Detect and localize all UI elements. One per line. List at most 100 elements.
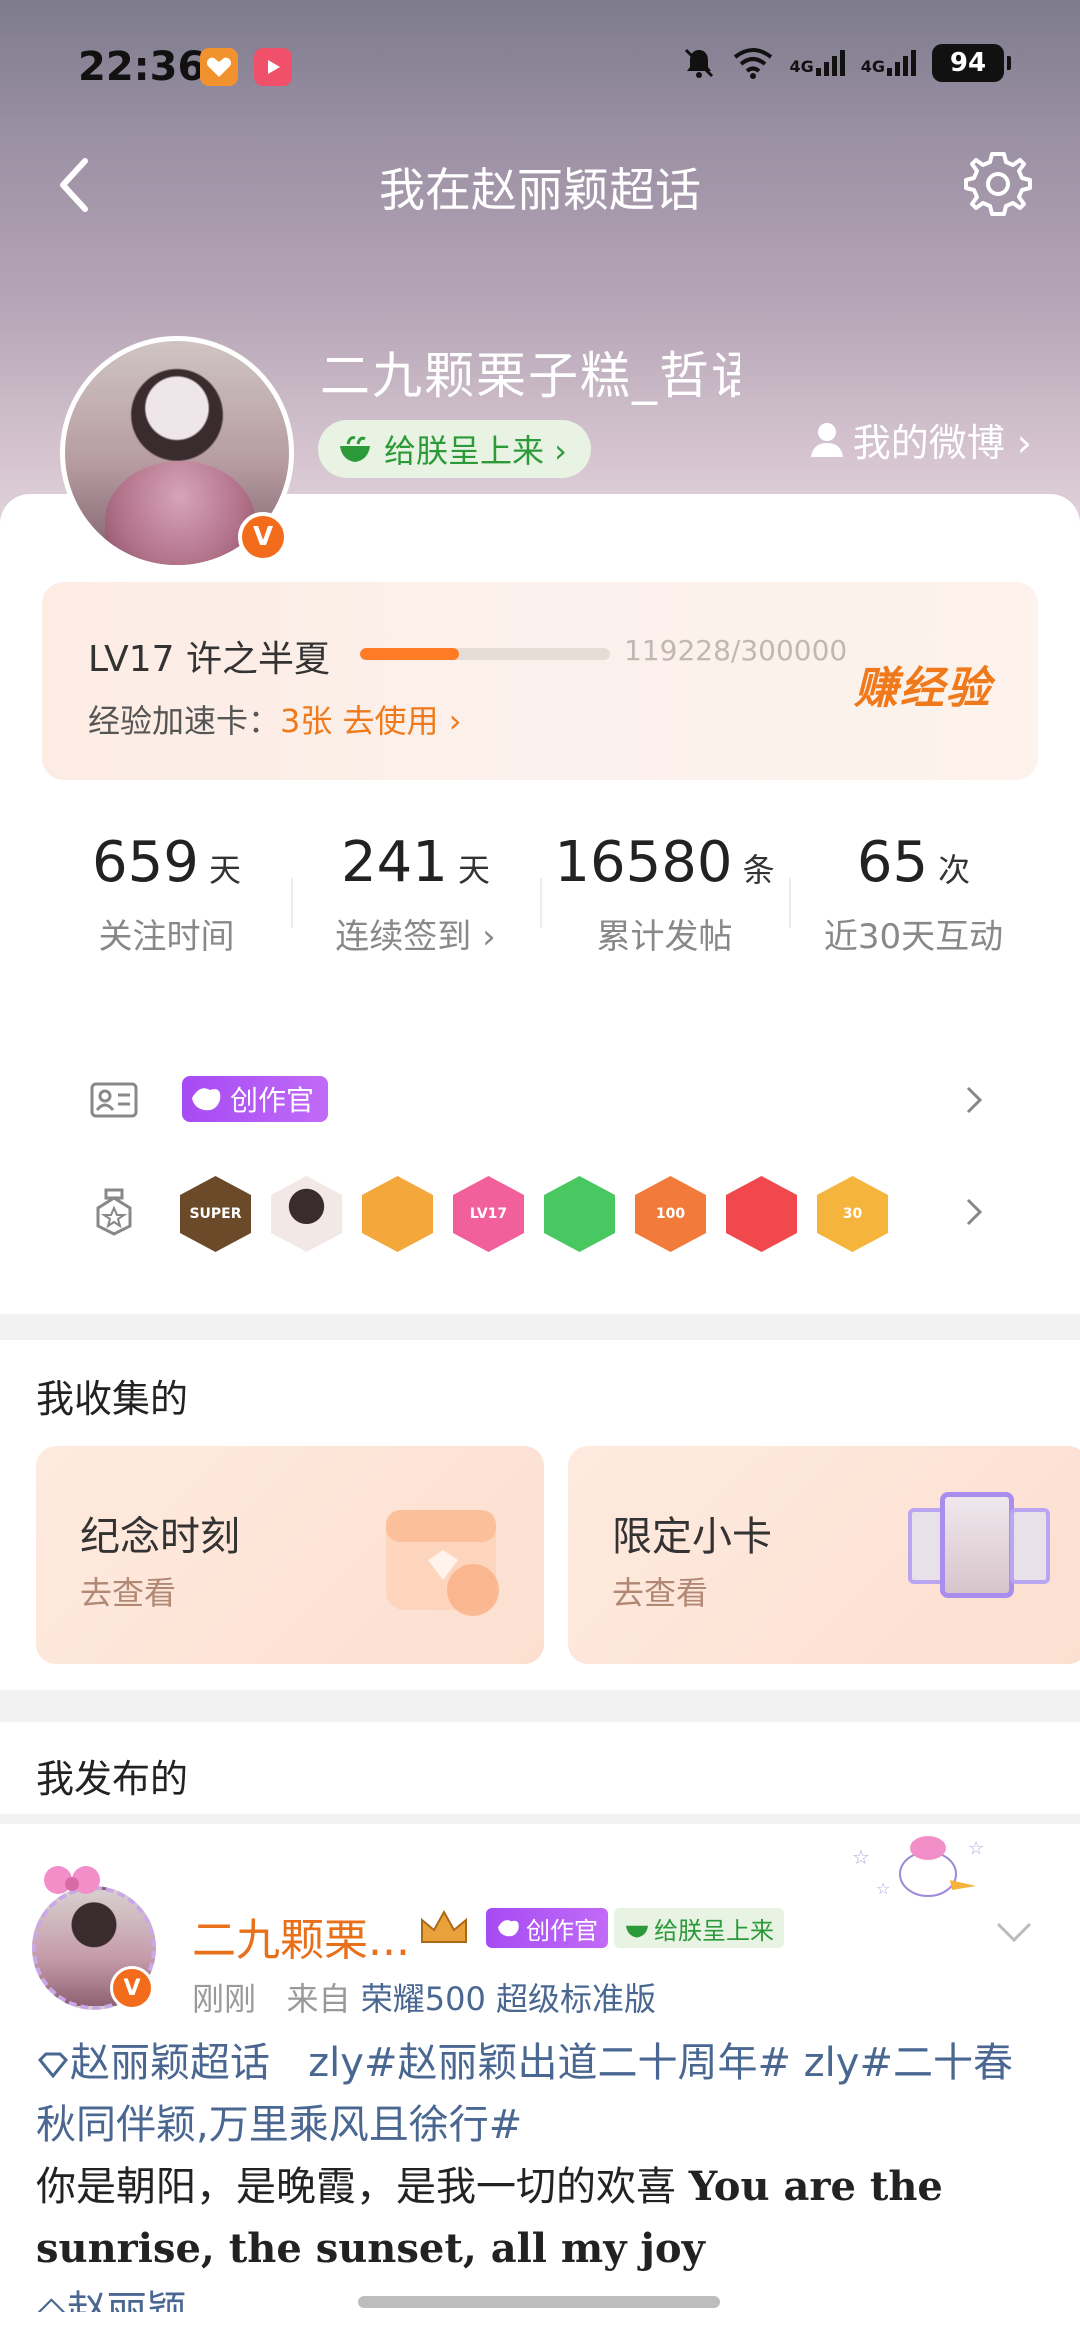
bow-icon	[44, 1866, 100, 1894]
lv17-medal: LV17	[453, 1176, 524, 1252]
published-title: 我发布的	[36, 1757, 189, 1801]
chevron-down-icon[interactable]	[994, 1920, 1034, 1948]
stat-value: 65	[856, 830, 929, 895]
stat-label: 关注时间	[98, 917, 235, 957]
my-weibo-link[interactable]: 我的微博 ›	[809, 412, 1032, 467]
post-meta: 刚刚 来自 荣耀500 超级标准版	[192, 1974, 656, 2020]
stats-row: 659 天 关注时间 241 天 连续签到 › 16580 条 累计发帖 65 次 近3…	[42, 804, 1038, 984]
medal-icon	[88, 1186, 140, 1238]
post-creator-tag: 创作官	[486, 1908, 608, 1948]
status-bar: 22:36 4G 4G 94	[0, 0, 1080, 130]
mute-icon	[685, 48, 714, 78]
id-card-icon	[88, 1074, 140, 1126]
memorial-card-sub: 去查看	[80, 1574, 177, 1612]
home-indicator[interactable]	[358, 2296, 720, 2308]
stat-posts: 16580 条 累计发帖	[540, 804, 789, 984]
chevron-right-icon[interactable]	[956, 1082, 992, 1118]
medal-list[interactable]: SUPER LV17 100 30	[180, 1176, 888, 1252]
notification-app-icon	[200, 48, 238, 86]
post-source[interactable]: 荣耀500 超级标准版	[361, 1980, 656, 2018]
level-progress-bar	[360, 648, 610, 660]
collected-title: 我收集的	[36, 1377, 189, 1421]
stat-interactions: 65 次 近30天互动	[789, 804, 1038, 984]
limited-card-sub: 去查看	[612, 1574, 709, 1612]
battery-indicator: 94	[932, 44, 1011, 82]
duck-sticker-icon: ☆ ☆ ☆	[852, 1836, 984, 1898]
crown-medal	[362, 1176, 433, 1252]
emperor-badge-label: 给朕呈上来 ›	[384, 432, 567, 470]
speed-card-row[interactable]: 经验加速卡：3张 去使用 ›	[88, 696, 462, 742]
svg-text:☆: ☆	[876, 1879, 890, 1898]
photo-card-thumb	[940, 1492, 1014, 1598]
trophy-medal	[726, 1176, 797, 1252]
gear-icon	[964, 152, 1032, 216]
stat-unit: 天	[457, 851, 490, 889]
collected-section: 我收集的 纪念时刻 去查看 限定小卡 去查看	[0, 1340, 1080, 1690]
stats-card: LV17 许之半夏 119228/300000 经验加速卡：3张 去使用 › 赚…	[0, 494, 1080, 1314]
status-time: 22:36	[78, 44, 206, 90]
stat-checkin-days[interactable]: 241 天 连续签到 ›	[291, 804, 540, 984]
video-app-icon	[254, 48, 292, 86]
stat-unit: 次	[938, 851, 971, 889]
chevron-right-icon[interactable]	[956, 1194, 992, 1230]
post-item[interactable]: V 二九颗栗... 创作官 给朕呈上来 ☆ ☆ ☆ 刚刚 来自 荣耀500 超级标…	[0, 1824, 1080, 2337]
stat-unit: 天	[208, 851, 241, 889]
crown-badge	[418, 1908, 470, 1948]
verified-badge: V	[238, 512, 288, 562]
level-exp: 119228/300000	[624, 634, 848, 667]
creator-tag-label: 创作官	[230, 1084, 315, 1117]
post-time: 刚刚	[192, 1980, 257, 2018]
stat-value: 16580	[554, 830, 733, 895]
super-medal: SUPER	[180, 1176, 251, 1252]
calendar-icon	[386, 1510, 499, 1616]
stat-follow-days: 659 天 关注时间	[42, 804, 291, 984]
level-progress-fill	[360, 648, 460, 660]
earn-exp-button[interactable]: 赚经验	[854, 652, 992, 716]
memorial-card[interactable]: 纪念时刻 去查看	[36, 1446, 544, 1664]
published-header: 我发布的	[0, 1722, 1080, 1814]
level-box: LV17 许之半夏 119228/300000 经验加速卡：3张 去使用 › 赚…	[42, 582, 1038, 780]
photo-card-thumb	[1010, 1508, 1050, 1584]
post-emperor-tag: 给朕呈上来	[614, 1908, 784, 1948]
emperor-badge-button[interactable]: 给朕呈上来 ›	[318, 420, 591, 478]
stat-label: 近30天互动	[823, 917, 1004, 957]
wifi-icon	[734, 48, 773, 79]
bowl-icon	[626, 1925, 648, 1938]
100-days-medal: 100	[635, 1176, 706, 1252]
limited-card-title: 限定小卡	[612, 1514, 772, 1560]
30-days-medal: 30	[817, 1176, 888, 1252]
signal-icon-1: 4G	[789, 50, 845, 76]
creator-tag[interactable]: 创作官	[182, 1076, 329, 1122]
post-text-zh: 你是朝阳，是晚霞，是我一切的欢喜	[36, 2164, 676, 2210]
diamond-icon	[37, 2052, 69, 2079]
settings-button[interactable]	[958, 144, 1038, 224]
my-weibo-label: 我的微博 ›	[852, 421, 1032, 465]
post-content[interactable]: 赵丽颖超话 zly#赵丽颖出道二十周年# zly#二十春秋同伴颖,万里乘风且徐行…	[36, 2032, 1046, 2337]
speed-card-label: 经验加速卡：	[88, 702, 281, 740]
creator-icon	[498, 1920, 519, 1937]
limited-card[interactable]: 限定小卡 去查看	[568, 1446, 1080, 1664]
username: 二九颗栗子糕_哲语	[320, 347, 740, 405]
hand-medal	[544, 1176, 615, 1252]
post-fade	[0, 2312, 1080, 2337]
avatar-medal	[271, 1176, 342, 1252]
svg-text:☆: ☆	[968, 1838, 984, 1859]
top-nav: 我在赵丽颖超话	[0, 140, 1080, 230]
badges-box: 创作官 SUPER LV17 100 30	[42, 1042, 1038, 1280]
svg-text:☆: ☆	[852, 1845, 870, 1869]
stat-label: 连续签到 ›	[335, 917, 496, 957]
stat-label: 累计发帖	[596, 917, 733, 957]
page-title: 我在赵丽颖超话	[379, 163, 701, 217]
crown-icon	[421, 1909, 467, 1943]
post-from-label: 来自	[286, 1980, 351, 2018]
status-icons: 4G 4G 94	[681, 44, 1011, 82]
bowl-icon	[340, 436, 370, 462]
post-author-name[interactable]: 二九颗栗...	[192, 1904, 410, 1968]
stat-value: 659	[92, 830, 199, 895]
topic-link[interactable]: 赵丽颖超话	[36, 2040, 270, 2086]
speed-card-value: 3张 去使用 ›	[280, 702, 462, 740]
signal-icon-2: 4G	[861, 50, 916, 76]
level-name: LV17 许之半夏	[88, 639, 330, 680]
user-icon	[810, 422, 843, 457]
post-verified-badge: V	[110, 1966, 154, 2010]
